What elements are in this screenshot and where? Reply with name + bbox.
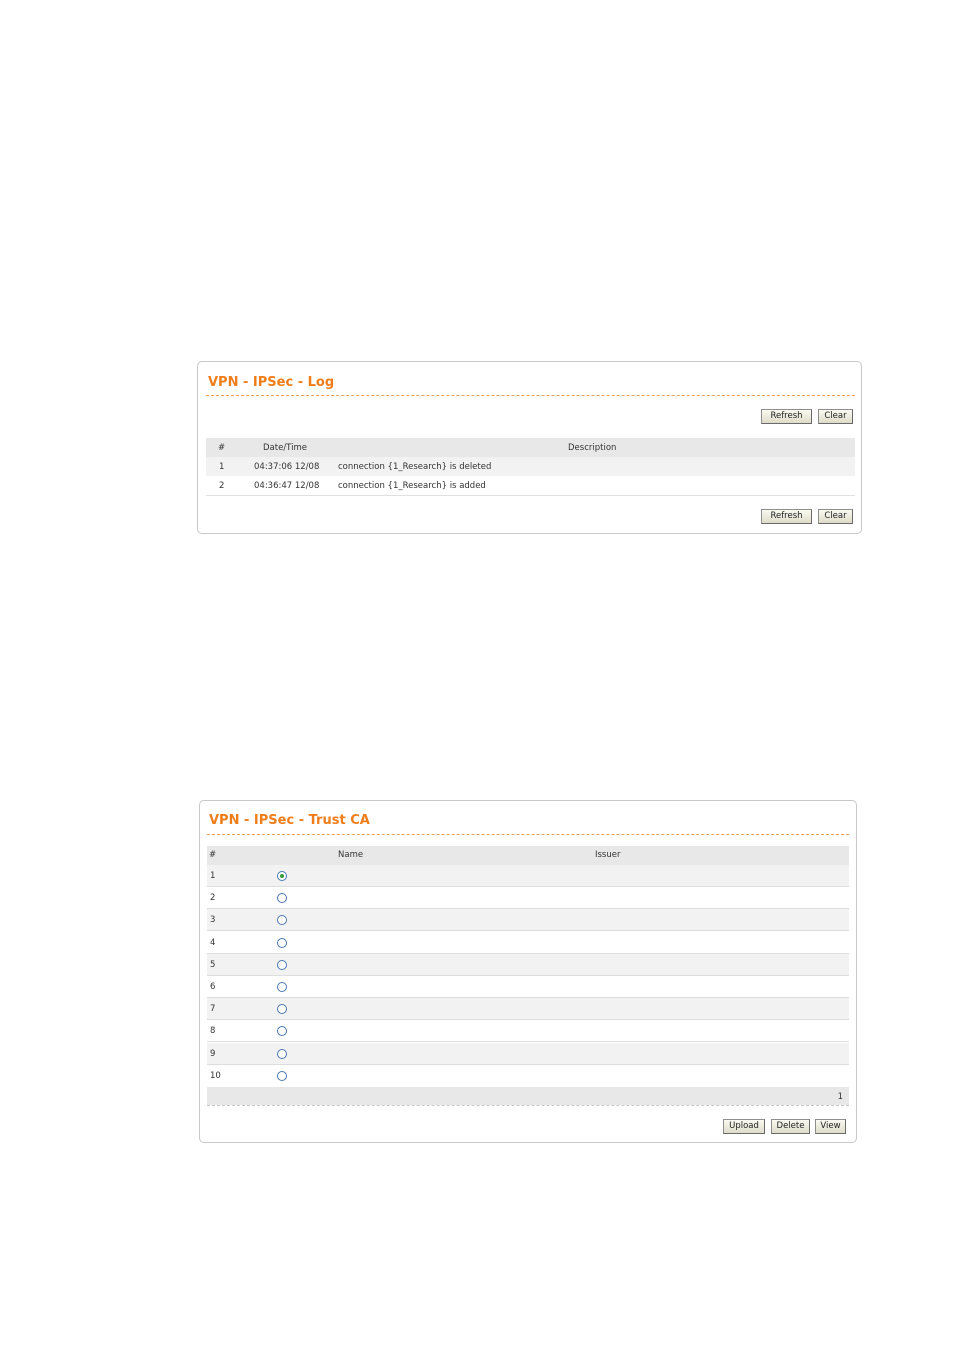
view-button[interactable]: View [815,1119,846,1134]
row-divider [207,930,849,931]
row-divider [207,1041,849,1042]
ipsec-log-panel: VPN - IPSec - Log Refresh Clear # Date/T… [197,361,862,534]
clear-button-bottom[interactable]: Clear [818,509,853,524]
column-header-issuer: Issuer [595,850,621,860]
select-radio[interactable] [277,1026,287,1036]
panel-title: VPN - IPSec - Log [208,375,335,390]
column-header-datetime: Date/Time [263,443,307,453]
select-radio[interactable] [277,938,287,948]
row-number: 1 [219,462,225,472]
row-number: 6 [210,982,216,992]
footer-divider [207,1105,849,1106]
row-number: 10 [210,1071,221,1081]
table-row: 7 [207,998,849,1020]
column-header-number: # [209,850,217,860]
select-radio[interactable] [277,960,287,970]
row-number: 2 [219,481,225,491]
panel-title: VPN - IPSec - Trust CA [209,813,370,828]
select-radio[interactable] [277,1071,287,1081]
table-bottom-divider [206,495,855,496]
refresh-button-bottom[interactable]: Refresh [761,509,812,524]
row-number: 2 [210,893,216,903]
table-row: 9 [207,1043,849,1065]
select-radio[interactable] [277,1049,287,1059]
select-radio[interactable] [277,915,287,925]
table-row: 6 [207,976,849,998]
trust-ca-table-header: # Name Issuer [207,846,849,865]
select-radio[interactable] [277,982,287,992]
row-datetime: 04:37:06 12/08 [254,462,320,472]
table-row: 2 [207,887,849,909]
table-row: 10 [207,1065,849,1087]
row-number: 8 [210,1026,216,1036]
upload-button[interactable]: Upload [723,1119,765,1134]
table-row: 5 [207,954,849,976]
row-number: 4 [210,938,216,948]
ipsec-trust-ca-panel: VPN - IPSec - Trust CA # Name Issuer 1 2 3… [199,800,857,1143]
log-table-header: # Date/Time Description [206,438,855,457]
select-radio[interactable] [277,1004,287,1014]
clear-button[interactable]: Clear [818,409,853,424]
row-description: connection {1_Research} is added [338,481,486,491]
page-number[interactable]: 1 [838,1092,843,1102]
row-number: 7 [210,1004,216,1014]
table-row: 1 [207,865,849,887]
table-footer: 1 [207,1087,849,1105]
column-header-description: Description [568,443,617,453]
row-number: 5 [210,960,216,970]
table-row: 8 [207,1020,849,1042]
row-number: 1 [210,871,216,881]
column-header-name: Name [338,850,364,860]
table-row: 1 04:37:06 12/08 connection {1_Research}… [206,457,855,476]
row-number: 3 [210,915,216,925]
delete-button[interactable]: Delete [771,1119,810,1134]
row-number: 9 [210,1049,216,1059]
table-row: 3 [207,909,849,931]
select-radio[interactable] [277,893,287,903]
table-row: 2 04:36:47 12/08 connection {1_Research}… [206,476,855,495]
row-datetime: 04:36:47 12/08 [254,481,320,491]
title-divider [207,834,849,835]
select-radio[interactable] [277,871,287,881]
table-row: 4 [207,932,849,954]
refresh-button[interactable]: Refresh [761,409,812,424]
title-divider [206,395,855,396]
row-description: connection {1_Research} is deleted [338,462,492,472]
column-header-number: # [218,443,226,453]
